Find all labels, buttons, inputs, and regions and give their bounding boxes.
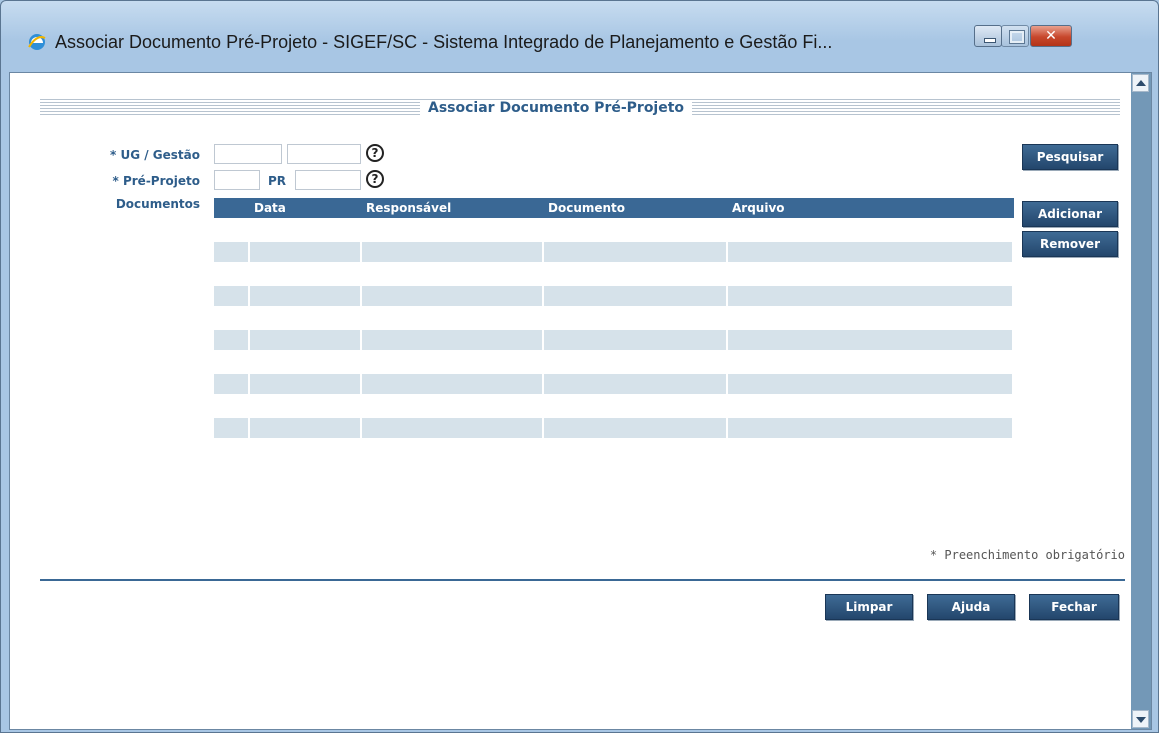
documentos-label: Documentos <box>115 197 200 211</box>
table-cell <box>728 242 1014 262</box>
application-window: Associar Documento Pré-Projeto - SIGEF/S… <box>0 0 1159 733</box>
table-cell <box>728 330 1014 350</box>
table-cell <box>214 286 250 306</box>
dialog-content: Associar Documento Pré-Projeto * UG / Ge… <box>9 72 1152 730</box>
internet-explorer-icon <box>28 34 46 50</box>
table-cell <box>544 286 728 306</box>
page-title: Associar Documento Pré-Projeto <box>420 100 693 116</box>
column-header-select[interactable] <box>214 198 250 218</box>
table-cell <box>362 242 544 262</box>
scroll-down-button[interactable] <box>1132 710 1149 728</box>
pesquisar-button[interactable]: Pesquisar <box>1022 144 1118 170</box>
table-cell <box>728 374 1014 394</box>
table-cell <box>544 330 728 350</box>
scroll-up-button[interactable] <box>1132 74 1149 92</box>
gestao-input[interactable] <box>287 144 361 164</box>
table-row[interactable] <box>214 374 1014 394</box>
table-cell <box>728 286 1014 306</box>
table-cell <box>728 418 1014 438</box>
fechar-button[interactable]: Fechar <box>1029 594 1119 620</box>
ajuda-button[interactable]: Ajuda <box>927 594 1015 620</box>
table-cell <box>214 374 250 394</box>
table-cell <box>544 374 728 394</box>
adicionar-button[interactable]: Adicionar <box>1022 201 1118 227</box>
column-header-arquivo[interactable]: Arquivo <box>728 198 1014 218</box>
limpar-button[interactable]: Limpar <box>825 594 913 620</box>
table-cell <box>250 330 362 350</box>
table-row[interactable] <box>214 286 1014 306</box>
required-fields-note: * Preenchimento obrigatório <box>929 548 1125 562</box>
arrow-up-icon <box>1136 80 1146 86</box>
pr-label: PR <box>268 174 287 188</box>
maximize-button[interactable] <box>1001 25 1029 47</box>
table-cell <box>250 242 362 262</box>
footer-divider <box>40 579 1125 581</box>
close-button[interactable]: ✕ <box>1030 25 1072 47</box>
table-cell <box>214 330 250 350</box>
table-cell <box>214 418 250 438</box>
arrow-down-icon <box>1136 717 1146 723</box>
table-cell <box>250 286 362 306</box>
table-row[interactable] <box>214 242 1014 262</box>
table-cell <box>544 242 728 262</box>
preprojeto-help-icon[interactable]: ? <box>366 170 384 188</box>
minimize-button[interactable] <box>974 25 1002 47</box>
column-header-data[interactable]: Data <box>250 198 362 218</box>
column-header-documento[interactable]: Documento <box>544 198 728 218</box>
ug-gestao-label: * UG / Gestão <box>110 148 200 162</box>
table-cell <box>362 374 544 394</box>
table-cell <box>250 418 362 438</box>
close-icon: ✕ <box>1045 28 1057 44</box>
table-cell <box>362 330 544 350</box>
table-header: Data Responsável Documento Arquivo <box>214 198 1014 218</box>
vertical-scrollbar[interactable] <box>1131 73 1151 729</box>
minimize-icon <box>984 38 996 43</box>
table-row[interactable] <box>214 330 1014 350</box>
remover-button[interactable]: Remover <box>1022 231 1118 257</box>
preprojeto-label: * Pré-Projeto <box>112 174 200 188</box>
column-header-responsavel[interactable]: Responsável <box>362 198 544 218</box>
maximize-icon <box>1009 30 1025 44</box>
table-cell <box>362 418 544 438</box>
documents-table: Data Responsável Documento Arquivo <box>214 198 1014 438</box>
preprojeto-input[interactable] <box>214 170 260 190</box>
table-cell <box>362 286 544 306</box>
table-cell <box>250 374 362 394</box>
title-bar[interactable]: Associar Documento Pré-Projeto - SIGEF/S… <box>1 1 1158 52</box>
pr-input[interactable] <box>295 170 361 190</box>
window-title: Associar Documento Pré-Projeto - SIGEF/S… <box>55 32 833 52</box>
table-cell <box>544 418 728 438</box>
table-row[interactable] <box>214 418 1014 438</box>
ug-input[interactable] <box>214 144 282 164</box>
table-cell <box>214 242 250 262</box>
ug-help-icon[interactable]: ? <box>366 144 384 162</box>
